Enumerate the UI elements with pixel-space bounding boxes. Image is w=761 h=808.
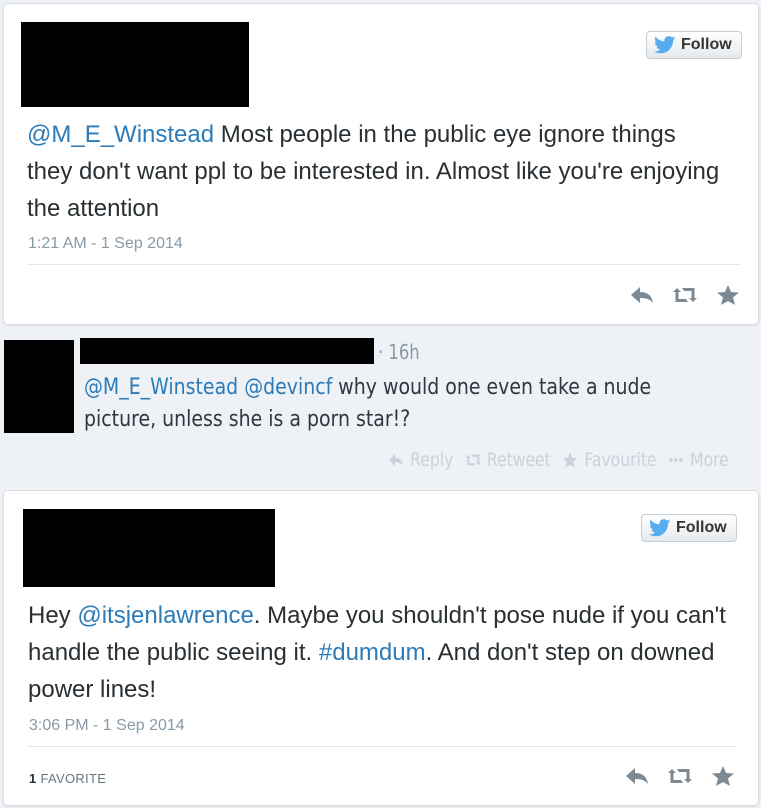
retweet-icon[interactable] [667,765,693,787]
tweet-text: @M_E_Winstead Most people in the public … [27,116,727,227]
follow-button[interactable]: Follow [641,514,737,542]
follow-label: Follow [676,519,727,536]
tweet-actions: Reply Retweet Favourite More [388,449,729,471]
reply-label: Reply [410,449,454,471]
favorite-count-label: FAVORITE [40,771,107,786]
reply-icon[interactable] [624,765,650,787]
reply-icon[interactable] [629,284,655,306]
favorite-icon[interactable] [710,765,736,787]
mention-link[interactable]: @devincf [244,375,332,400]
favourite-label: Favourite [584,449,657,471]
redacted-user-header [21,22,249,107]
follow-button[interactable]: Follow [646,31,742,59]
star-icon [563,452,578,468]
twitter-bird-icon [654,36,676,54]
hashtag-link[interactable]: #dumdum [319,639,426,666]
retweet-label: Retweet [486,449,551,471]
more-dots-icon [669,458,683,462]
more-label: More [690,449,729,471]
tweet-card-3: Follow Hey @itsjenlawrence. Maybe you sh… [3,490,759,806]
twitter-bird-icon [649,519,671,537]
mention-link[interactable]: @itsjenlawrence [77,602,253,629]
tweet-actions [629,284,741,306]
tweet-timestamp[interactable]: 3:06 PM - 1 Sep 2014 [29,717,185,735]
favourite-action[interactable]: Favourite [562,449,657,471]
retweet-icon[interactable] [672,284,698,306]
redacted-avatar [4,340,74,433]
tweet-card-2: · 16h @M_E_Winstead @devincf why would o… [0,330,761,482]
tweet-timestamp[interactable]: 1:21 AM - 1 Sep 2014 [28,235,183,253]
retweet-icon [465,454,481,466]
redacted-user-header [23,509,275,587]
mention-link[interactable]: @M_E_Winstead [84,375,238,400]
reply-icon [389,453,404,467]
tweet-text: @M_E_Winstead @devincf why would one eve… [84,372,677,436]
favorite-count-number: 1 [29,771,37,786]
divider [28,746,736,747]
favorite-count[interactable]: 1 FAVORITE [29,771,106,786]
follow-label: Follow [681,36,732,53]
retweet-action[interactable]: Retweet [465,449,551,471]
tweet-time[interactable]: · 16h [378,340,420,364]
tweet-text: Hey @itsjenlawrence. Maybe you shouldn't… [28,597,728,708]
tweet-body-prefix: Hey [28,602,78,629]
reply-action[interactable]: Reply [388,449,453,471]
mention-link[interactable]: @M_E_Winstead [27,121,214,148]
redacted-username [80,338,374,364]
tweet-card-1: Follow @M_E_Winstead Most people in the … [3,3,759,325]
more-action[interactable]: More [668,449,729,471]
favorite-icon[interactable] [715,284,741,306]
tweet-actions [624,765,736,787]
divider [27,264,740,265]
